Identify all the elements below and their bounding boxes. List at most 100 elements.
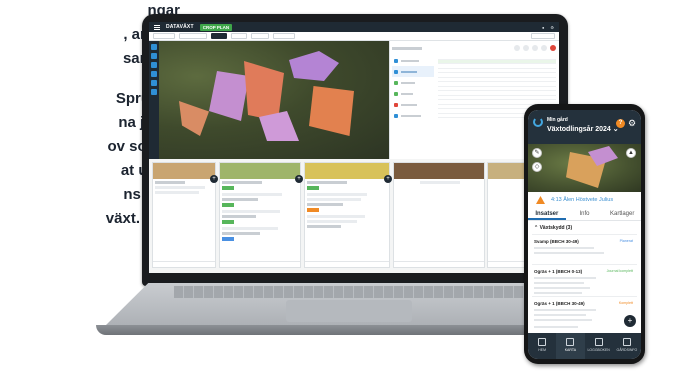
nav-hem[interactable]: HEM xyxy=(528,333,556,359)
tab-info[interactable]: Info xyxy=(566,208,604,220)
crop-photo xyxy=(220,163,300,179)
panel-menu-item-selected[interactable] xyxy=(392,66,434,77)
card-text-line xyxy=(307,181,347,184)
card-text-line xyxy=(307,215,365,218)
crop-card[interactable] xyxy=(152,162,216,268)
panel-alert-icon[interactable] xyxy=(550,45,556,51)
tab-kartlager[interactable]: Kartlager xyxy=(603,208,641,220)
status-badge: Komplett xyxy=(618,301,633,305)
panel-menu-item[interactable] xyxy=(392,110,434,121)
menu-item-icon xyxy=(394,58,398,63)
toolbar-select[interactable] xyxy=(179,33,207,39)
panel-nav-icon[interactable] xyxy=(523,45,529,51)
list-item[interactable]: Svamp (BBCH 30-49) Planerat xyxy=(532,234,637,264)
crop-card[interactable] xyxy=(219,162,301,268)
help-icon[interactable]: ? xyxy=(616,119,625,128)
item-detail-line xyxy=(534,326,578,328)
app-toolbar xyxy=(149,32,559,41)
item-detail-line xyxy=(534,292,582,294)
field-polygon[interactable] xyxy=(309,86,354,136)
compass-icon[interactable]: ▲ xyxy=(626,148,636,158)
list-item[interactable]: Ogräs + 1 (BBCH 0-13) Journal komplett xyxy=(532,264,637,296)
panel-menu-item[interactable] xyxy=(392,99,434,110)
panel-nav-icon[interactable] xyxy=(514,45,520,51)
panel-menu xyxy=(392,55,434,121)
crop-photo xyxy=(153,163,215,179)
phone-bottom-nav: HEM KARTA LOGGBOKEN GÅRDSINFO xyxy=(528,333,641,359)
menu-item-label xyxy=(401,81,415,84)
nav-karta[interactable]: KARTA xyxy=(556,333,585,359)
phone-map[interactable]: ✎ ◇ ▲ xyxy=(528,144,641,192)
article-line-text: växt. xyxy=(105,210,140,227)
field-polygon[interactable] xyxy=(244,61,284,121)
section-title: Växtskydd (3) xyxy=(539,225,573,231)
phone-screen: Min gård Växtodlingsår 2024 ⌄ ? ⚙ ✎ ◇ ▲ … xyxy=(528,110,641,359)
laptop-keyboard xyxy=(174,286,526,298)
status-badge xyxy=(222,237,234,241)
toolbar-tab[interactable] xyxy=(273,33,295,39)
card-footer xyxy=(220,261,300,267)
panel-header xyxy=(392,44,556,52)
list-item[interactable]: Ogräs + 1 (BBCH 30-49) Komplett xyxy=(532,296,637,332)
menu-item-label xyxy=(401,70,417,73)
status-badge xyxy=(307,186,319,190)
field-polygon[interactable] xyxy=(209,71,249,121)
crop-strip: + + + xyxy=(149,159,559,273)
menu-icon[interactable] xyxy=(154,24,160,30)
panel-title xyxy=(392,46,422,50)
laptop-screen: DATAVÄXT CROP PLAN ● ⚙ + + + xyxy=(149,22,559,273)
map-tool-icon[interactable] xyxy=(151,53,157,59)
user-icon[interactable]: ● xyxy=(542,25,544,30)
status-badge: Journal komplett xyxy=(606,269,633,273)
map-view[interactable] xyxy=(149,41,389,159)
nav-label: HEM xyxy=(538,348,547,352)
menu-item-label xyxy=(401,103,417,106)
add-fab-button[interactable]: + xyxy=(624,315,636,327)
layers-icon[interactable]: ◇ xyxy=(532,162,542,172)
panel-nav-icon[interactable] xyxy=(532,45,538,51)
nav-loggboken[interactable]: LOGGBOKEN xyxy=(585,333,613,359)
toolbar-select[interactable] xyxy=(153,33,175,39)
add-crop-button[interactable]: + xyxy=(295,175,303,183)
panel-menu-item[interactable] xyxy=(392,77,434,88)
map-tool-icon[interactable] xyxy=(151,71,157,77)
crop-icon xyxy=(536,196,545,204)
item-name: Ogräs + 1 (BBCH 30-49) xyxy=(534,301,585,306)
crop-card[interactable] xyxy=(304,162,390,268)
panel-menu-item[interactable] xyxy=(392,88,434,99)
crop-card[interactable] xyxy=(393,162,485,268)
item-detail-line xyxy=(534,277,596,279)
toolbar-tab[interactable] xyxy=(231,33,247,39)
field-polygon[interactable] xyxy=(289,51,339,81)
app-topbar: DATAVÄXT CROP PLAN ● ⚙ xyxy=(149,22,559,32)
card-text-line xyxy=(307,203,343,206)
map-tool-icon[interactable] xyxy=(151,80,157,86)
barn-icon xyxy=(622,338,631,346)
item-detail-line xyxy=(534,247,594,249)
card-text-line xyxy=(222,181,262,184)
draw-icon[interactable]: ✎ xyxy=(532,148,542,158)
section-header[interactable]: ⌃ Växtskydd (3) xyxy=(528,223,641,233)
tab-insatser[interactable]: Insatser xyxy=(528,208,566,220)
map-tool-icon[interactable] xyxy=(151,44,157,50)
gear-icon[interactable]: ⚙ xyxy=(628,119,637,128)
season-select[interactable]: Växtodlingsår 2024 ⌄ xyxy=(547,125,619,133)
settings-icon[interactable]: ⚙ xyxy=(550,25,554,30)
nav-gardsinfo[interactable]: GÅRDSINFO xyxy=(613,333,641,359)
map-tool-icon[interactable] xyxy=(151,62,157,68)
map-icon xyxy=(566,338,575,346)
phone-tabs: Insatser Info Kartlager xyxy=(528,208,641,221)
panel-menu-item[interactable] xyxy=(392,55,434,66)
item-detail-line xyxy=(534,319,592,321)
panel-nav-icon[interactable] xyxy=(541,45,547,51)
card-text-line xyxy=(222,232,260,235)
toolbar-tab[interactable] xyxy=(251,33,269,39)
add-crop-button[interactable]: + xyxy=(384,175,392,183)
field-title-text: 4:13 Ålen Höstvete Julius xyxy=(551,197,614,203)
toolbar-tab-active[interactable] xyxy=(211,33,227,39)
field-polygon[interactable] xyxy=(179,101,209,136)
status-badge: Planerat xyxy=(619,239,633,243)
toolbar-action[interactable] xyxy=(531,33,555,39)
map-tool-icon[interactable] xyxy=(151,89,157,95)
add-crop-button[interactable]: + xyxy=(210,175,218,183)
